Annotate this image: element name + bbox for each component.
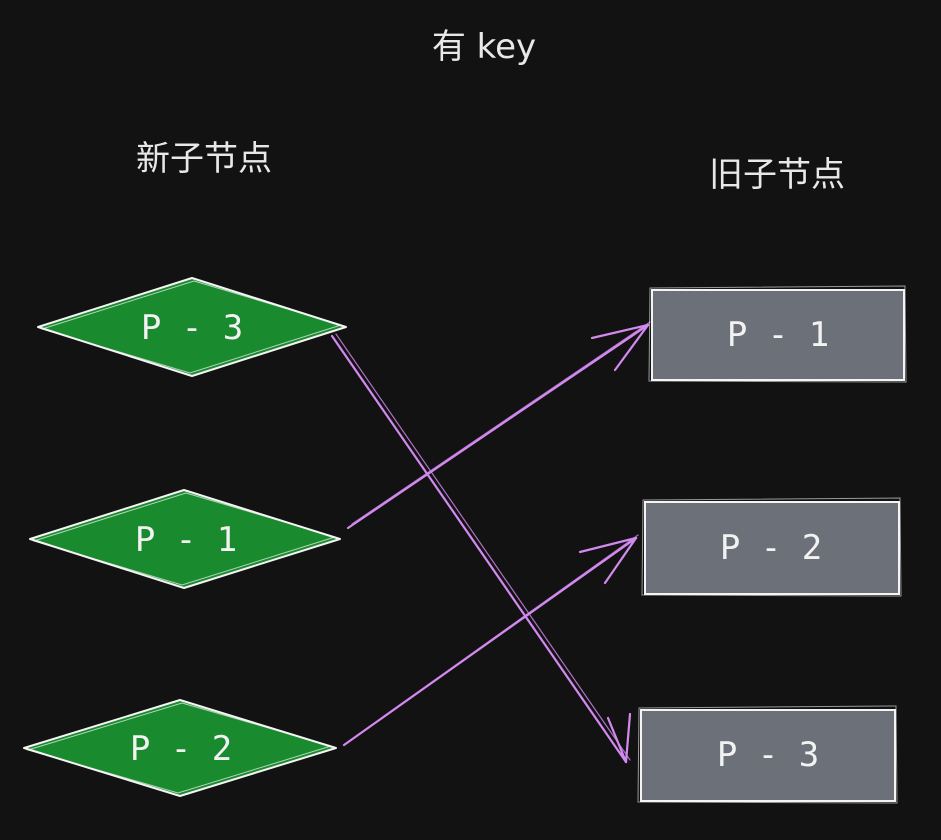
diagram-canvas: 有 key 新子节点 旧子节点 P - 3 P - 1 P - 2 P - 1 … xyxy=(0,0,941,840)
old-node-p1-label: P - 1 xyxy=(727,315,829,355)
diagram-svg: 有 key 新子节点 旧子节点 P - 3 P - 1 P - 2 P - 1 … xyxy=(23,27,907,804)
old-node-p1: P - 1 xyxy=(648,285,907,383)
old-node-p3: P - 3 xyxy=(637,705,898,804)
diagram-title: 有 key xyxy=(432,27,536,67)
new-node-p2-label: P - 2 xyxy=(130,729,232,769)
new-children-label: 新子节点 xyxy=(136,139,272,179)
old-node-p2: P - 2 xyxy=(641,497,902,597)
new-node-p2: P - 2 xyxy=(23,699,337,797)
old-node-p2-label: P - 2 xyxy=(720,528,822,568)
new-node-p3-label: P - 3 xyxy=(141,308,243,348)
arrows xyxy=(330,321,651,764)
arrow-new-p3-to-old-p3 xyxy=(330,333,632,764)
new-node-p1-label: P - 1 xyxy=(135,520,237,560)
new-node-p3: P - 3 xyxy=(37,277,347,377)
old-node-p3-label: P - 3 xyxy=(717,735,819,775)
old-children-label: 旧子节点 xyxy=(709,155,845,195)
new-node-p1: P - 1 xyxy=(29,489,341,589)
